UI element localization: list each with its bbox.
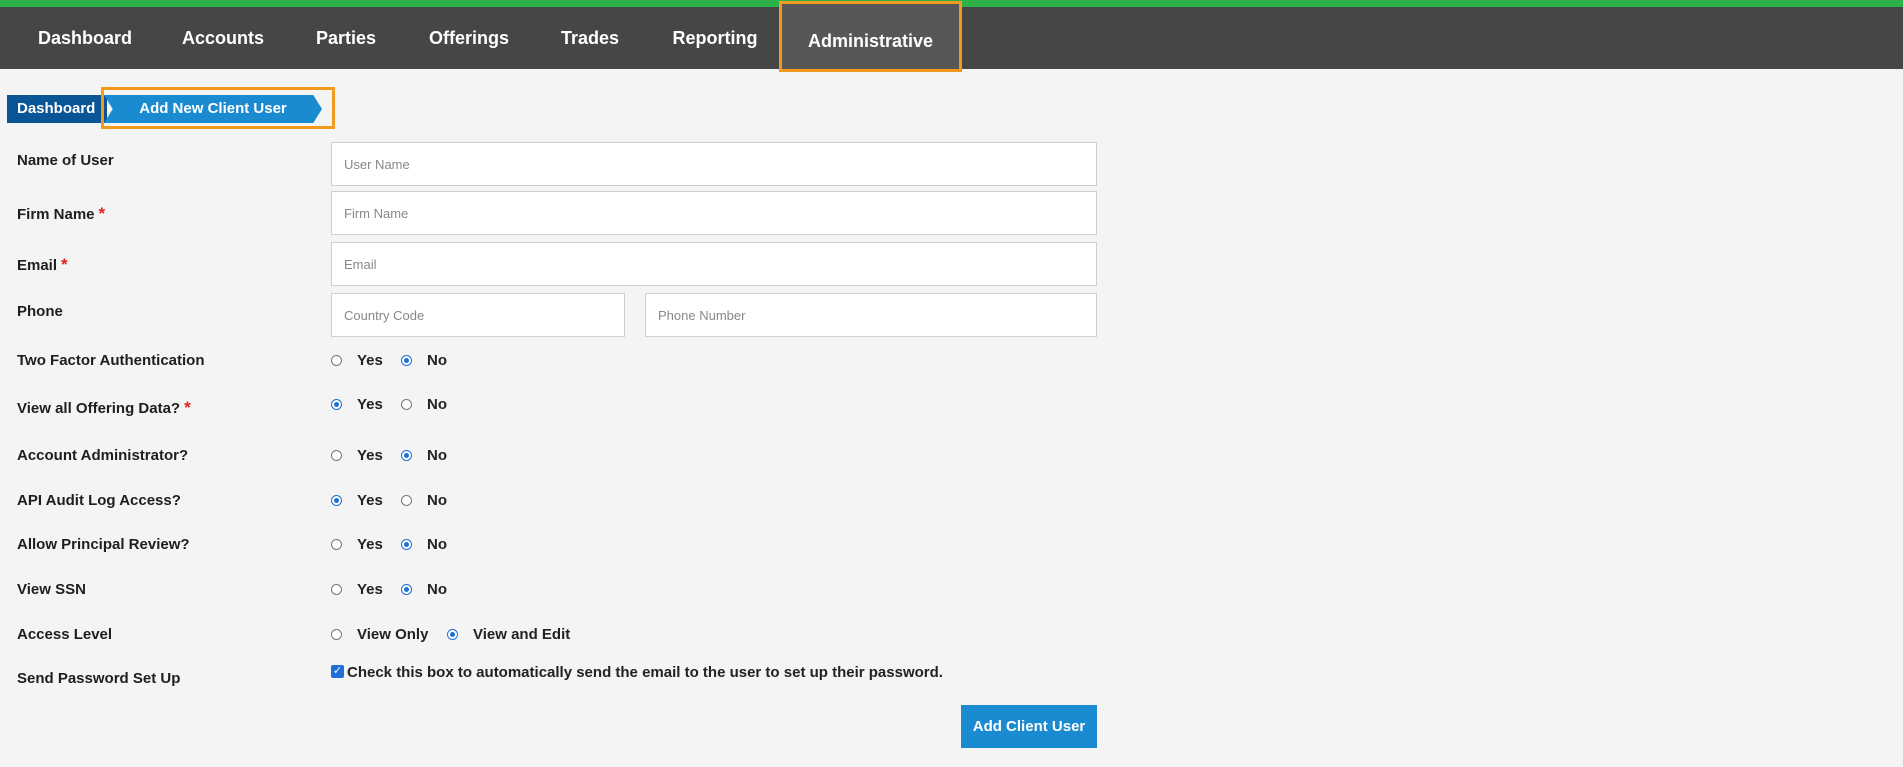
access-level-view-and-edit[interactable]: View and Edit bbox=[447, 626, 570, 643]
view-all-offering-label: View all Offering Data? * bbox=[17, 398, 191, 417]
breadcrumb-highlight bbox=[101, 87, 335, 129]
email-label: Email * bbox=[17, 255, 68, 274]
radio-button[interactable] bbox=[401, 399, 412, 410]
radio-button[interactable] bbox=[401, 495, 412, 506]
nav-dashboard[interactable]: Dashboard bbox=[22, 7, 148, 69]
nav-administrative[interactable]: Administrative bbox=[779, 1, 962, 72]
principal-review-label: Allow Principal Review? bbox=[17, 536, 190, 553]
two-factor-no[interactable]: No bbox=[401, 352, 447, 369]
send-password-checkbox[interactable]: ✓ bbox=[331, 665, 344, 678]
account-admin-yes[interactable]: Yes bbox=[331, 447, 383, 464]
radio-button-selected[interactable] bbox=[401, 539, 412, 550]
view-ssn-yes[interactable]: Yes bbox=[331, 581, 383, 598]
radio-button[interactable] bbox=[331, 450, 342, 461]
required-marker: * bbox=[98, 204, 106, 223]
phone-label: Phone bbox=[17, 303, 63, 320]
radio-button[interactable] bbox=[331, 584, 342, 595]
account-admin-label: Account Administrator? bbox=[17, 447, 189, 464]
principal-review-yes[interactable]: Yes bbox=[331, 536, 383, 553]
radio-button[interactable] bbox=[331, 539, 342, 550]
send-password-checkbox-text: Check this box to automatically send the… bbox=[347, 664, 943, 681]
principal-review-no[interactable]: No bbox=[401, 536, 447, 553]
view-ssn-label: View SSN bbox=[17, 581, 86, 598]
view-ssn-no[interactable]: No bbox=[401, 581, 447, 598]
phone-number-input[interactable] bbox=[645, 293, 1097, 337]
user-name-input[interactable] bbox=[331, 142, 1097, 186]
radio-button-selected[interactable] bbox=[331, 495, 342, 506]
radio-button-selected[interactable] bbox=[401, 355, 412, 366]
firm-name-label: Firm Name * bbox=[17, 204, 106, 223]
api-audit-yes[interactable]: Yes bbox=[331, 492, 383, 509]
view-all-offering-no[interactable]: No bbox=[401, 396, 447, 413]
country-code-input[interactable] bbox=[331, 293, 625, 337]
required-marker: * bbox=[184, 398, 191, 417]
radio-button[interactable] bbox=[331, 355, 342, 366]
api-audit-label: API Audit Log Access? bbox=[17, 492, 181, 509]
access-level-label: Access Level bbox=[17, 626, 113, 643]
radio-button-selected[interactable] bbox=[447, 629, 458, 640]
required-marker: * bbox=[61, 255, 68, 274]
firm-name-input[interactable] bbox=[331, 191, 1097, 235]
radio-button-selected[interactable] bbox=[401, 450, 412, 461]
nav-trades[interactable]: Trades bbox=[544, 7, 636, 69]
name-of-user-label: Name of User bbox=[17, 152, 114, 169]
radio-button[interactable] bbox=[331, 629, 342, 640]
account-admin-no[interactable]: No bbox=[401, 447, 447, 464]
two-factor-label: Two Factor Authentication bbox=[17, 352, 205, 369]
main-nav: Dashboard Accounts Parties Offerings Tra… bbox=[0, 1, 1903, 72]
access-level-view-only[interactable]: View Only bbox=[331, 626, 428, 643]
nav-accounts[interactable]: Accounts bbox=[168, 7, 278, 69]
view-all-offering-yes[interactable]: Yes bbox=[331, 396, 383, 413]
two-factor-yes[interactable]: Yes bbox=[331, 352, 383, 369]
nav-parties[interactable]: Parties bbox=[300, 7, 392, 69]
api-audit-no[interactable]: No bbox=[401, 492, 447, 509]
nav-reporting[interactable]: Reporting bbox=[660, 7, 770, 69]
radio-button-selected[interactable] bbox=[331, 399, 342, 410]
email-input[interactable] bbox=[331, 242, 1097, 286]
nav-offerings[interactable]: Offerings bbox=[415, 7, 523, 69]
breadcrumb-dashboard[interactable]: Dashboard bbox=[7, 95, 107, 123]
radio-button-selected[interactable] bbox=[401, 584, 412, 595]
add-client-user-button[interactable]: Add Client User bbox=[961, 705, 1097, 748]
send-password-label: Send Password Set Up bbox=[17, 670, 181, 687]
